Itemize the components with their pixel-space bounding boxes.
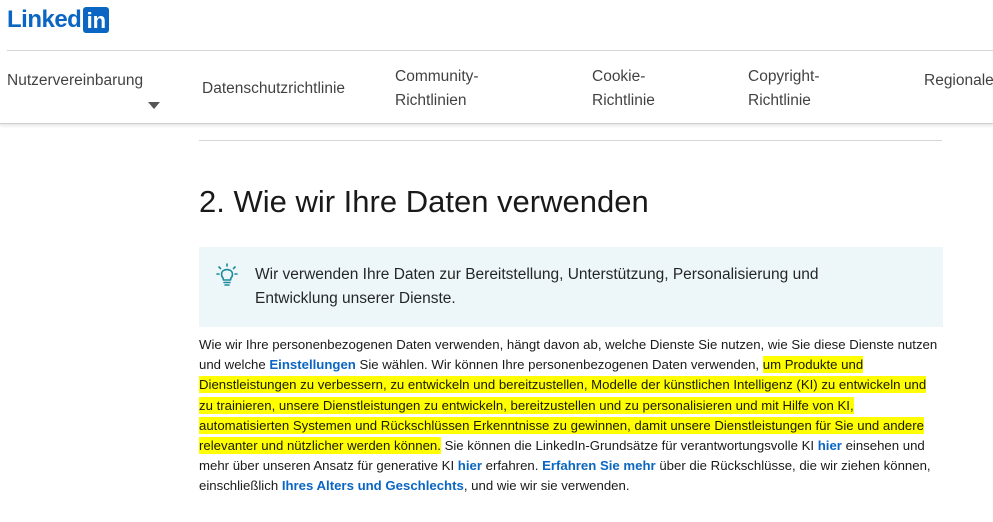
nav-item-label-line2: Richtlinie [592,92,655,109]
nav-item-datenschutzrichtlinie[interactable]: Datenschutzrichtlinie [202,77,345,101]
generative-ai-link[interactable]: hier [458,458,482,473]
lightbulb-icon [216,263,238,286]
nav-item-label-line1: Community- [395,68,479,85]
logo-in-badge: in [83,7,110,33]
para-text: Sie wählen. Wir können Ihre personenbezo… [355,357,763,373]
section-divider [199,140,942,141]
logo-wordmark: Linked [7,6,82,33]
linkedin-logo[interactable]: Linked in [7,6,110,34]
einstellungen-link[interactable]: Einstellungen [269,357,355,372]
policy-nav: Nutzervereinbarung Datenschutzrichtlinie… [0,51,993,124]
nav-item-regionale[interactable]: Regionale [924,69,993,93]
section-title: 2. Wie wir Ihre Daten verwenden [199,184,649,219]
nav-item-label-line1: Copyright- [748,68,820,85]
nav-item-label: Nutzervereinbarung [7,72,144,89]
nav-item-label: Regionale [924,72,993,89]
nav-item-copyright-richtlinie[interactable]: Copyright- Richtlinie [748,65,820,113]
age-gender-link[interactable]: Ihres Alters und Geschlechts [282,478,464,493]
nav-item-nutzervereinbarung[interactable]: Nutzervereinbarung [7,69,160,109]
responsible-ai-link[interactable]: hier [818,438,842,453]
chevron-down-icon[interactable] [148,102,160,109]
para-text: erfahren. [481,458,543,474]
nav-item-cookie-richtlinie[interactable]: Cookie- Richtlinie [592,65,655,113]
body-paragraph: Wie wir Ihre personenbezogenen Daten ver… [199,335,943,497]
para-text: , und wie wir sie verwenden. [463,478,630,494]
summary-callout: Wir verwenden Ihre Daten zur Bereitstell… [199,247,943,327]
nav-item-label-line2: Richtlinie [748,92,811,109]
nav-item-community-richtlinien[interactable]: Community- Richtlinien [395,65,479,113]
nav-item-label-line1: Cookie- [592,68,646,85]
para-text: Sie können die LinkedIn-Grundsätze für v… [440,438,818,454]
nav-item-label-line2: Richtlinien [395,92,467,109]
callout-text: Wir verwenden Ihre Daten zur Bereitstell… [255,266,819,307]
learn-more-link[interactable]: Erfahren Sie mehr [542,458,656,473]
nav-item-label: Datenschutzrichtlinie [202,80,346,97]
